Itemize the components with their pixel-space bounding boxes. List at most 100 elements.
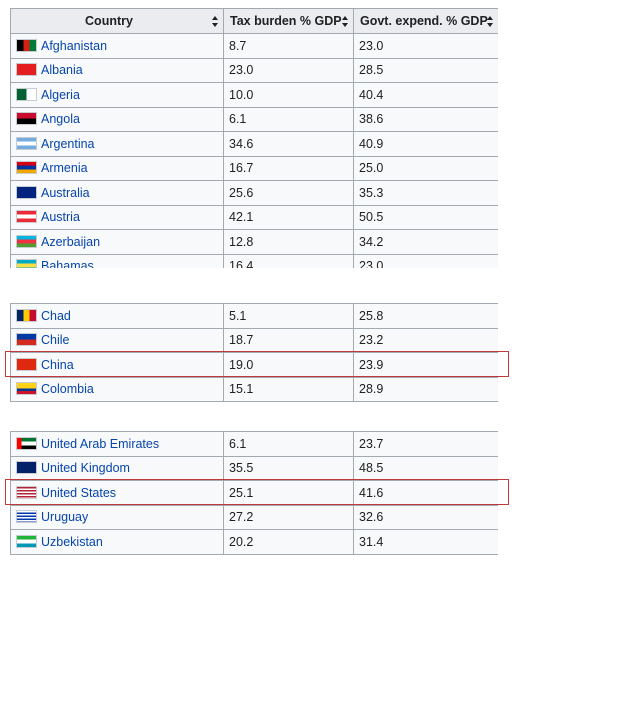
- country-cell: United Kingdom: [10, 455, 224, 481]
- country-cell: Uzbekistan: [10, 529, 224, 555]
- tax-burden-cell: 19.0: [223, 352, 354, 378]
- govt-expend-cell: 35.3: [353, 180, 498, 206]
- country-link[interactable]: Albania: [41, 63, 83, 77]
- country-link[interactable]: China: [41, 358, 74, 372]
- country-link[interactable]: Angola: [41, 112, 80, 126]
- country-link[interactable]: Colombia: [41, 382, 94, 396]
- armenia-flag-icon[interactable]: [16, 161, 37, 175]
- tax-burden-cell: 42.1: [223, 204, 354, 230]
- table-row: Bahamas 16.4 23.0: [10, 253, 498, 268]
- country-link[interactable]: Algeria: [41, 88, 80, 102]
- country-column-header[interactable]: Country: [10, 8, 224, 34]
- country-link[interactable]: Armenia: [41, 161, 88, 175]
- tax-burden-column-header[interactable]: Tax burden % GDP: [223, 8, 354, 34]
- tax-burden-cell: 8.7: [223, 33, 354, 59]
- govt-expend-cell: 38.6: [353, 106, 498, 132]
- country-link[interactable]: Austria: [41, 210, 80, 224]
- tax-burden-cell: 10.0: [223, 82, 354, 108]
- country-link[interactable]: Argentina: [41, 137, 95, 151]
- govt-expend-cell: 34.2: [353, 229, 498, 255]
- argentina-flag-icon[interactable]: [16, 136, 37, 150]
- sort-icon[interactable]: [342, 16, 348, 27]
- table-fragment-middle: Chad 5.1 25.8 Chile 18.7 23.2 China 19.0 23.9 Col…: [10, 303, 498, 404]
- austria-flag-icon[interactable]: [16, 210, 37, 224]
- country-link[interactable]: United Kingdom: [41, 461, 130, 475]
- us-flag-icon[interactable]: [16, 485, 37, 499]
- angola-flag-icon[interactable]: [16, 112, 37, 126]
- govt-expend-cell: 23.0: [353, 33, 498, 59]
- table-fragment-top: Country Tax burden % GDP Govt. expend. %…: [10, 8, 498, 268]
- govt-expend-column-header[interactable]: Govt. expend. % GDP: [353, 8, 498, 34]
- tax-burden-header-label: Tax burden % GDP: [230, 14, 342, 28]
- table-row: United Kingdom 35.5 48.5: [10, 455, 498, 481]
- tax-table-continued-2: United Arab Emirates 6.1 23.7 United Kingdo…: [10, 431, 498, 555]
- table-row: Uzbekistan 20.2 31.4: [10, 529, 498, 555]
- uzbekistan-flag-icon[interactable]: [16, 534, 37, 548]
- table-row: Chile 18.7 23.2: [10, 327, 498, 353]
- table-row: Algeria 10.0 40.4: [10, 82, 498, 108]
- table-row: Albania 23.0 28.5: [10, 57, 498, 83]
- country-link[interactable]: Uzbekistan: [41, 535, 103, 549]
- country-header-label: Country: [85, 14, 133, 28]
- country-cell: Afghanistan: [10, 33, 224, 59]
- china-flag-icon[interactable]: [16, 357, 37, 371]
- tax-burden-cell: 6.1: [223, 431, 354, 457]
- govt-expend-cell: 23.9: [353, 352, 498, 378]
- govt-expend-header-label: Govt. expend. % GDP: [360, 14, 488, 28]
- country-cell: Uruguay: [10, 504, 224, 530]
- bahamas-flag-icon[interactable]: [16, 259, 37, 268]
- uruguay-flag-icon[interactable]: [16, 510, 37, 524]
- country-cell: Armenia: [10, 155, 224, 181]
- table-row: United States 25.1 41.6: [10, 480, 498, 506]
- country-link[interactable]: Afghanistan: [41, 39, 107, 53]
- algeria-flag-icon[interactable]: [16, 87, 37, 101]
- country-cell: Austria: [10, 204, 224, 230]
- table-row: Armenia 16.7 25.0: [10, 155, 498, 181]
- country-cell: Bahamas: [10, 253, 224, 268]
- tax-burden-cell: 5.1: [223, 303, 354, 329]
- table-row: China 19.0 23.9: [10, 352, 498, 378]
- country-link[interactable]: Australia: [41, 186, 90, 200]
- country-link[interactable]: Uruguay: [41, 510, 88, 524]
- albania-flag-icon[interactable]: [16, 63, 37, 77]
- country-link[interactable]: United States: [41, 486, 116, 500]
- table-fragment-bottom: United Arab Emirates 6.1 23.7 United Kingdo…: [10, 431, 498, 558]
- country-cell: Angola: [10, 106, 224, 132]
- country-link[interactable]: Chad: [41, 309, 71, 323]
- country-link[interactable]: United Arab Emirates: [41, 437, 159, 451]
- country-link[interactable]: Chile: [41, 333, 70, 347]
- country-cell: Albania: [10, 57, 224, 83]
- table-row: Angola 6.1 38.6: [10, 106, 498, 132]
- chile-flag-icon[interactable]: [16, 333, 37, 347]
- govt-expend-cell: 32.6: [353, 504, 498, 530]
- sort-icon[interactable]: [212, 16, 218, 27]
- table-row: Colombia 15.1 28.9: [10, 376, 498, 402]
- govt-expend-cell: 40.4: [353, 82, 498, 108]
- country-link[interactable]: Bahamas: [41, 259, 94, 268]
- country-link[interactable]: Azerbaijan: [41, 235, 100, 249]
- table-row: Austria 42.1 50.5: [10, 204, 498, 230]
- govt-expend-cell: 31.4: [353, 529, 498, 555]
- afghanistan-flag-icon[interactable]: [16, 38, 37, 52]
- tax-burden-cell: 16.4: [223, 253, 354, 268]
- azerbaijan-flag-icon[interactable]: [16, 234, 37, 248]
- table-row: Uruguay 27.2 32.6: [10, 504, 498, 530]
- govt-expend-cell: 23.0: [353, 253, 498, 268]
- uk-flag-icon[interactable]: [16, 461, 37, 475]
- country-cell: Azerbaijan: [10, 229, 224, 255]
- govt-expend-cell: 41.6: [353, 480, 498, 506]
- colombia-flag-icon[interactable]: [16, 382, 37, 396]
- tax-burden-cell: 35.5: [223, 455, 354, 481]
- country-cell: United States: [10, 480, 224, 506]
- table-row: Argentina 34.6 40.9: [10, 131, 498, 157]
- uae-flag-icon[interactable]: [16, 436, 37, 450]
- table-header-row: Country Tax burden % GDP Govt. expend. %…: [10, 8, 498, 34]
- chad-flag-icon[interactable]: [16, 308, 37, 322]
- govt-expend-cell: 50.5: [353, 204, 498, 230]
- govt-expend-cell: 25.8: [353, 303, 498, 329]
- tax-burden-cell: 15.1: [223, 376, 354, 402]
- country-cell: Chile: [10, 327, 224, 353]
- sort-icon[interactable]: [487, 16, 493, 27]
- country-cell: Algeria: [10, 82, 224, 108]
- australia-flag-icon[interactable]: [16, 185, 37, 199]
